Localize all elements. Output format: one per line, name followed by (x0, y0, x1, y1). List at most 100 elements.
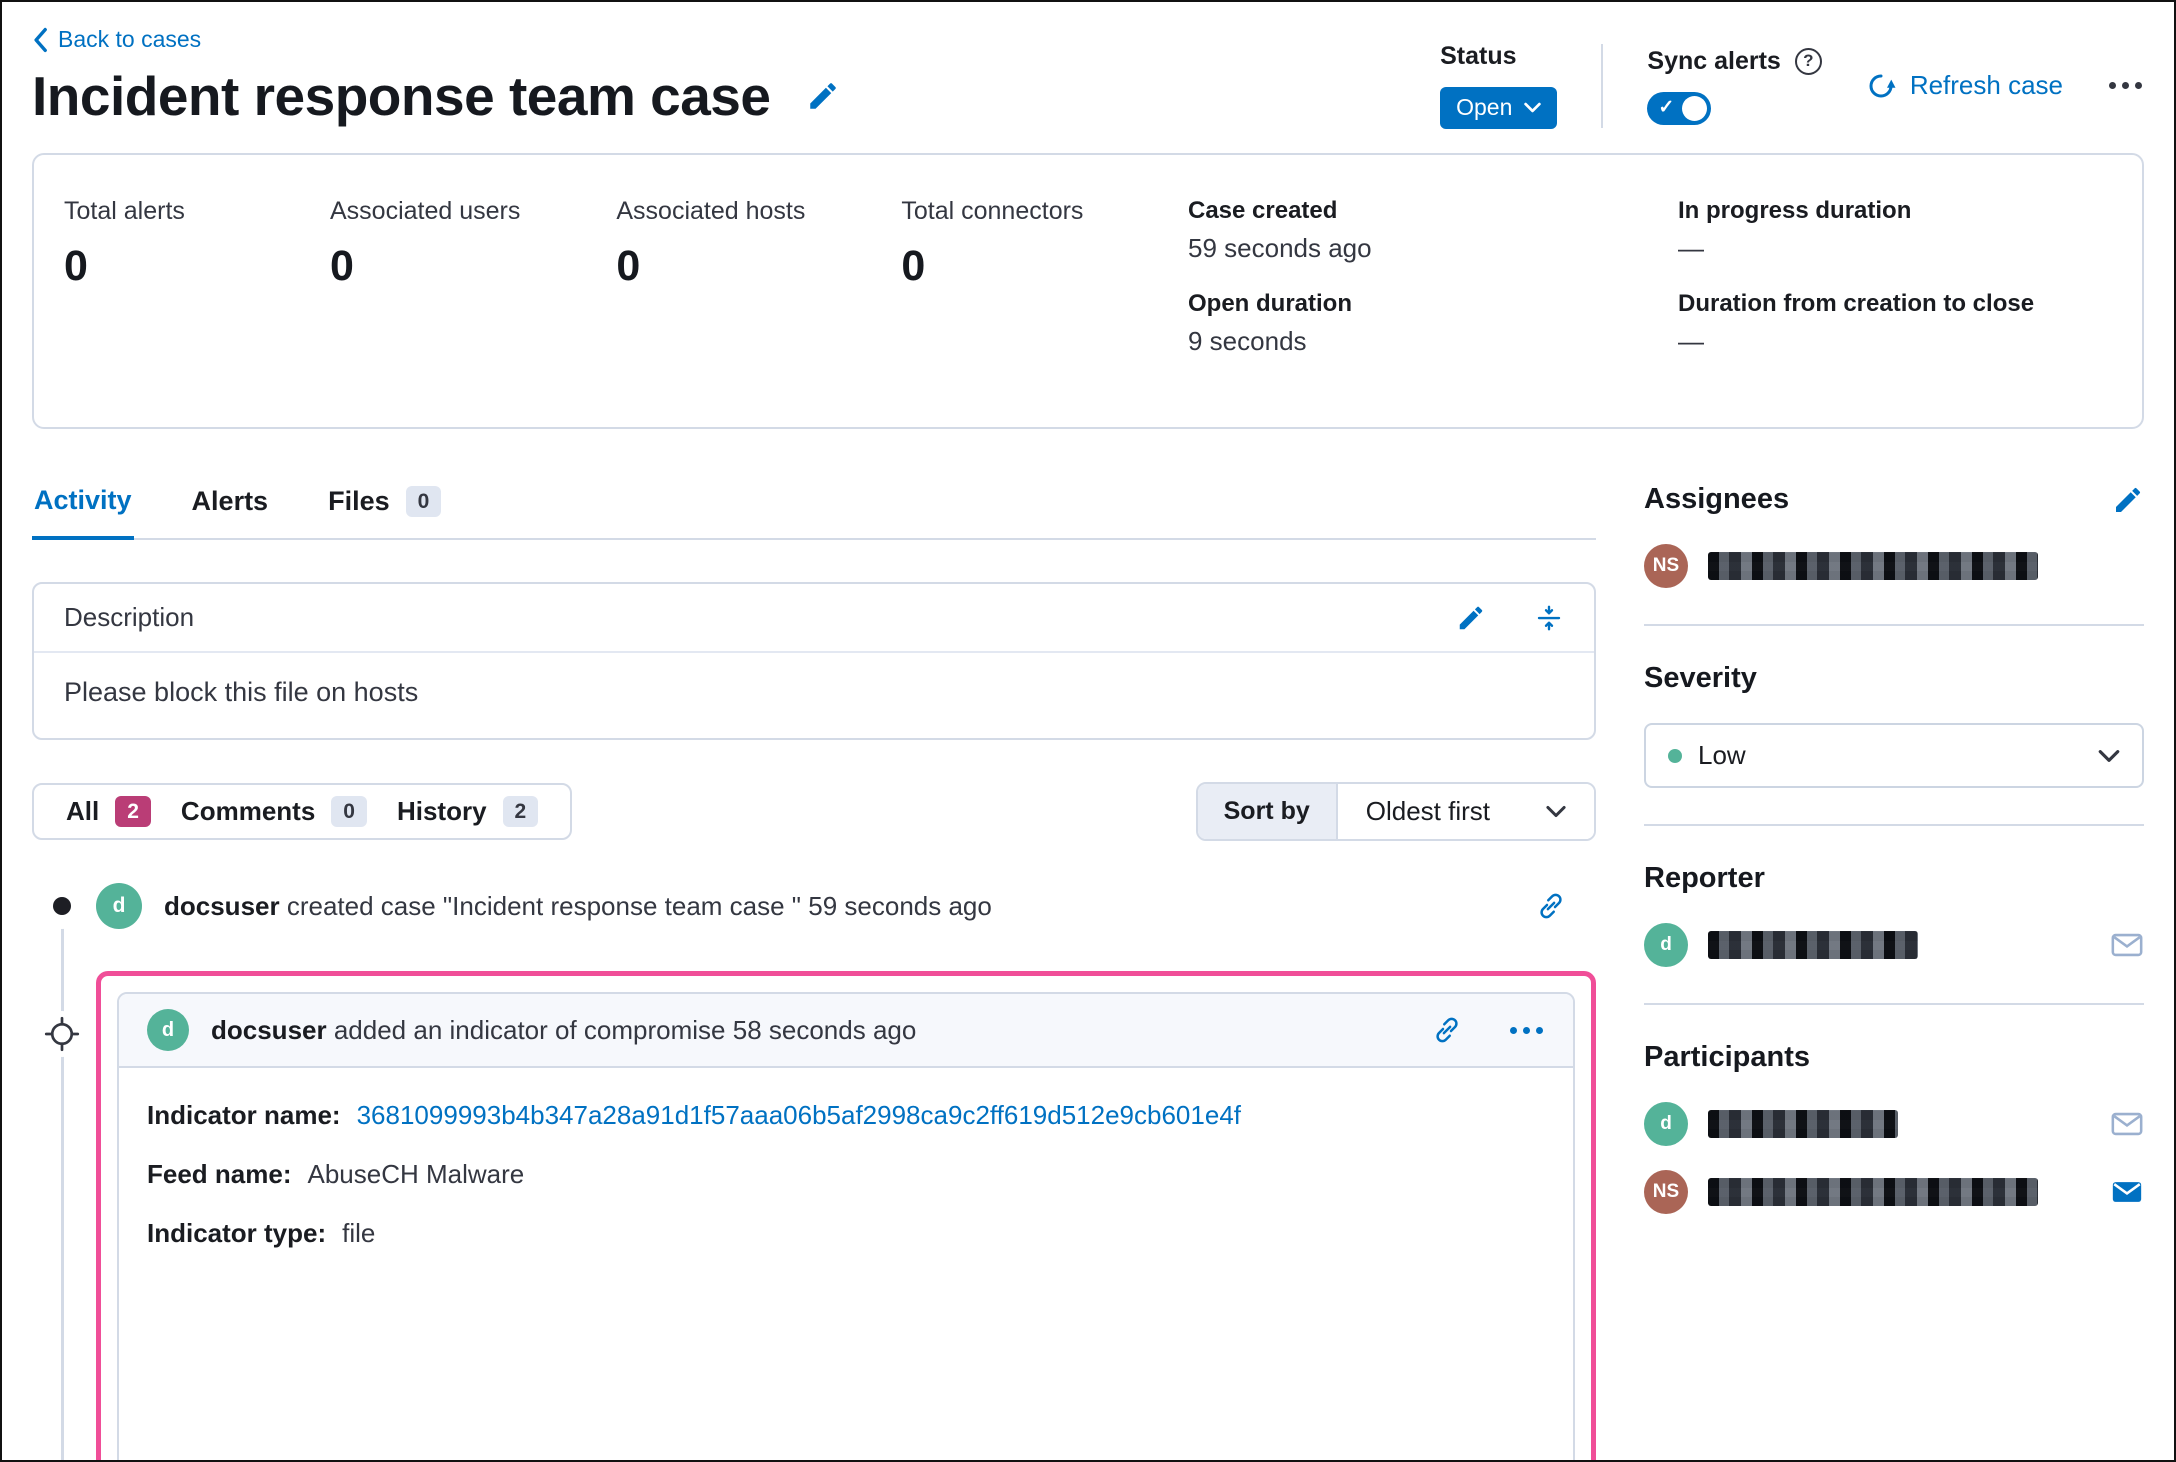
severity-value: Low (1698, 740, 1746, 770)
comments-count-badge: 0 (331, 795, 367, 828)
toggle-knob (1682, 95, 1708, 121)
chevron-down-icon (1524, 102, 1542, 113)
activity-filter-group: All 2 Comments 0 History 2 (32, 782, 573, 841)
redacted-participant-name (1708, 1178, 2038, 1206)
reporter-title: Reporter (1644, 862, 1765, 894)
check-icon: ✓ (1658, 97, 1675, 119)
participant-row: d (1644, 1102, 2144, 1146)
case-summary-card: Total alerts 0 Associated users 0 Associ… (32, 153, 2144, 429)
description-title: Description (64, 602, 195, 632)
edit-assignees-pencil-icon[interactable] (2112, 484, 2144, 516)
header-actions: Status Open Sync alerts ? ✓ Refresh case (1440, 26, 2144, 129)
all-count-badge: 2 (115, 795, 151, 828)
indicator-type-row: Indicator type: file (147, 1218, 376, 1248)
sort-control: Sort by Oldest first (1195, 782, 1596, 841)
assignees-title: Assignees (1644, 483, 1790, 515)
indicator-comment-panel: d docsuser added an indicator of comprom… (117, 992, 1575, 1460)
edit-title-pencil-icon[interactable] (806, 79, 840, 113)
refresh-icon (1869, 74, 1896, 97)
email-icon[interactable] (2110, 928, 2144, 962)
case-sidebar: Assignees NS Severity Low Reporter d Par… (1644, 429, 2144, 1214)
sidebar-divider (1644, 824, 2144, 826)
edit-description-pencil-icon[interactable] (1456, 603, 1486, 633)
avatar: NS (1644, 1170, 1688, 1214)
copy-link-icon[interactable] (1536, 891, 1566, 921)
filter-all[interactable]: All 2 (66, 795, 151, 828)
tab-files[interactable]: Files 0 (326, 481, 443, 538)
reporter-row: d (1644, 923, 2144, 967)
description-panel: Description Please block this file on ho… (32, 582, 1596, 740)
comment-actions-ellipsis-button[interactable] (1508, 1017, 1545, 1044)
avatar: NS (1644, 544, 1688, 588)
files-count-badge: 0 (405, 485, 442, 518)
status-value: Open (1456, 94, 1513, 120)
stats-column-2: In progress duration — Duration from cre… (1678, 197, 2035, 356)
indicator-name-row: Indicator name: 3681099993b4b347a28a91d1… (147, 1100, 1241, 1131)
metric-total-connectors: Total connectors 0 (901, 197, 1084, 290)
back-to-cases-link[interactable]: Back to cases (32, 26, 201, 53)
case-duration-stats: Case created 59 seconds ago Open duratio… (1188, 197, 2108, 383)
help-icon[interactable]: ? (1794, 47, 1822, 75)
page-header: Back to cases Incident response team cas… (32, 26, 2144, 129)
title-row: Incident response team case (32, 64, 1440, 128)
indicator-name-link[interactable]: 3681099993b4b347a28a91d1f57aaa06b5af2998… (357, 1100, 1241, 1131)
refresh-case-button[interactable]: Refresh case (1866, 70, 2063, 101)
participants-title: Participants (1644, 1041, 1810, 1073)
filter-history[interactable]: History 2 (397, 795, 539, 828)
sync-alerts-label: Sync alerts (1647, 46, 1781, 75)
indicator-details: Indicator name: 3681099993b4b347a28a91d1… (119, 1068, 1573, 1460)
indicator-comment-header: d docsuser added an indicator of comprom… (119, 994, 1573, 1068)
timeline-dot-marker (39, 883, 85, 929)
highlighted-attachment-outline: d docsuser added an indicator of comprom… (96, 971, 1596, 1460)
sort-order-select[interactable]: Oldest first (1337, 784, 1594, 839)
metric-associated-hosts: Associated hosts 0 (616, 197, 806, 290)
case-detail-page: Back to cases Incident response team cas… (0, 0, 2176, 1462)
redacted-assignee-name (1708, 552, 2038, 580)
crosshair-icon (44, 1016, 80, 1052)
tab-alerts[interactable]: Alerts (190, 481, 271, 538)
collapse-description-icon[interactable] (1534, 603, 1564, 633)
redacted-participant-name (1708, 1110, 1898, 1138)
main-column: Activity Alerts Files 0 Description Plea… (32, 429, 1596, 1460)
activity-timeline: d docsuser created case "Incident respon… (32, 883, 1596, 1460)
header-divider (1601, 43, 1604, 128)
metric-associated-users: Associated users 0 (330, 197, 521, 290)
back-to-cases-label: Back to cases (58, 26, 202, 52)
sync-alerts-toggle[interactable]: ✓ (1647, 91, 1712, 125)
status-label: Status (1440, 42, 1517, 70)
case-actions-ellipsis-button[interactable] (2107, 72, 2144, 99)
timeline-target-marker (39, 1011, 85, 1057)
header-left: Back to cases Incident response team cas… (32, 26, 1440, 128)
email-filled-icon[interactable] (2110, 1175, 2144, 1209)
refresh-case-label: Refresh case (1909, 70, 2063, 100)
assignee-row: NS (1644, 544, 2144, 588)
avatar: d (147, 1009, 189, 1051)
avatar: d (1644, 1102, 1688, 1146)
timeline-item-indicator: d docsuser added an indicator of comprom… (32, 971, 1596, 1460)
status-group: Status Open (1440, 42, 1558, 129)
chevron-down-icon (2098, 749, 2120, 763)
tab-activity[interactable]: Activity (32, 481, 134, 540)
created-case-text: docsuser created case "Incident response… (164, 890, 992, 921)
filter-comments[interactable]: Comments 0 (181, 795, 367, 828)
timeline-item-created: d docsuser created case "Incident respon… (32, 883, 1596, 929)
metric-total-alerts: Total alerts 0 (64, 197, 185, 290)
sync-alerts-group: Sync alerts ? ✓ (1647, 46, 1822, 125)
chevron-left-icon (34, 27, 47, 52)
sort-by-label: Sort by (1197, 784, 1338, 839)
feed-name-row: Feed name: AbuseCH Malware (147, 1159, 525, 1189)
email-icon[interactable] (2110, 1107, 2144, 1141)
copy-link-icon[interactable] (1432, 1015, 1462, 1045)
indicator-added-text: docsuser added an indicator of compromis… (211, 1014, 917, 1045)
status-dropdown-button[interactable]: Open (1440, 87, 1558, 129)
severity-title: Severity (1644, 662, 1757, 694)
stats-column-1: Case created 59 seconds ago Open duratio… (1188, 197, 1372, 356)
activity-filter-bar: All 2 Comments 0 History 2 Sort by Oldes… (32, 782, 1596, 841)
description-header: Description (34, 584, 1594, 653)
avatar: d (1644, 923, 1688, 967)
tab-bar: Activity Alerts Files 0 (32, 481, 1596, 540)
severity-select[interactable]: Low (1644, 723, 2144, 788)
chevron-down-icon (1546, 805, 1566, 818)
sidebar-divider (1644, 1003, 2144, 1005)
participant-row: NS (1644, 1170, 2144, 1214)
